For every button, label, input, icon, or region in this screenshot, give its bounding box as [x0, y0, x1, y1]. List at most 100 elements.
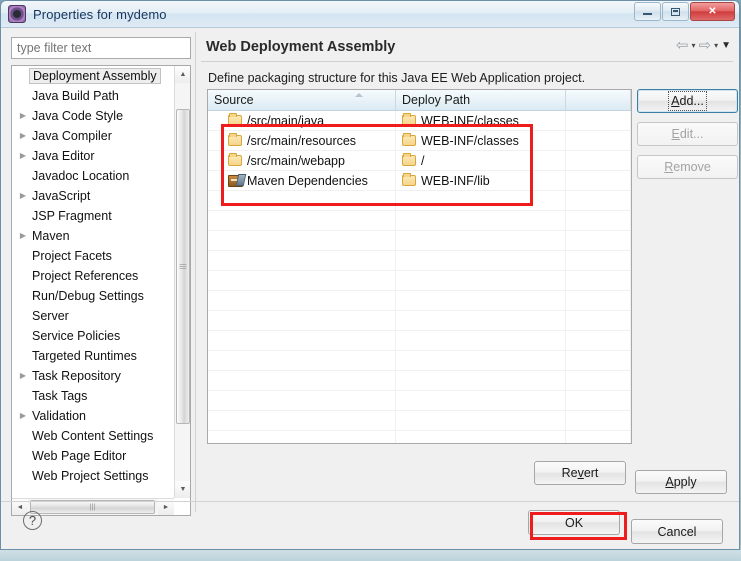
table-row-empty[interactable]: [208, 351, 631, 371]
sidebar-item-server[interactable]: Server: [12, 306, 175, 326]
sidebar-item-project-references[interactable]: Project References: [12, 266, 175, 286]
sidebar-item-javascript[interactable]: ▶ JavaScript: [12, 186, 175, 206]
close-button[interactable]: ✕: [690, 2, 735, 21]
table-row[interactable]: /src/main/java WEB-INF/classes: [208, 111, 631, 131]
sidebar-item-maven[interactable]: ▶ Maven: [12, 226, 175, 246]
sidebar-item-java-editor[interactable]: ▶ Java Editor: [12, 146, 175, 166]
filter-input[interactable]: [11, 37, 191, 59]
sidebar-item-label: Java Editor: [32, 149, 95, 163]
tree-vertical-scrollbar[interactable]: ▲ ||| ▼: [174, 66, 190, 498]
cell-empty: [566, 351, 631, 370]
sidebar-item-java-code-style[interactable]: ▶ Java Code Style: [12, 106, 175, 126]
eclipse-icon: [8, 5, 26, 23]
table-row-empty[interactable]: [208, 331, 631, 351]
sidebar-item-label: Server: [32, 309, 69, 323]
sidebar-item-label: Javadoc Location: [32, 169, 130, 183]
table-row-empty[interactable]: [208, 271, 631, 291]
forward-arrow-icon[interactable]: ⇨: [699, 38, 712, 53]
sidebar-item-jsp-fragment[interactable]: JSP Fragment: [12, 206, 175, 226]
table-row[interactable]: /src/main/resources WEB-INF/classes: [208, 131, 631, 151]
column-header-extra[interactable]: [566, 90, 631, 110]
title-bar: Properties for mydemo ✕: [1, 1, 739, 28]
folder-icon: [228, 133, 242, 146]
column-header-source[interactable]: Source: [208, 90, 396, 110]
sidebar-item-task-tags[interactable]: Task Tags: [12, 386, 175, 406]
column-header-deploy-path[interactable]: Deploy Path: [396, 90, 566, 110]
back-arrow-icon[interactable]: ⇦: [676, 38, 689, 53]
sidebar-item-project-facets[interactable]: Project Facets: [12, 246, 175, 266]
sidebar-item-validation[interactable]: ▶ Validation: [12, 406, 175, 426]
table-row-empty[interactable]: [208, 311, 631, 331]
revert-button[interactable]: Revert: [534, 461, 626, 485]
cell-empty: [208, 311, 396, 330]
dialog-footer: ? OK Cancel: [1, 502, 739, 549]
sidebar-item-run-debug-settings[interactable]: Run/Debug Settings: [12, 286, 175, 306]
cell-empty: [566, 391, 631, 410]
view-menu-icon[interactable]: ▼: [721, 40, 731, 51]
expand-arrow-icon[interactable]: ▶: [16, 146, 30, 166]
settings-tree[interactable]: Deployment Assembly Java Build Path ▶ Java …: [11, 65, 191, 516]
sidebar-item-label: Run/Debug Settings: [32, 289, 144, 303]
expand-arrow-icon[interactable]: ▶: [16, 406, 30, 426]
apply-button[interactable]: Apply: [635, 470, 727, 494]
add-button-label: Add...: [668, 91, 707, 111]
table-row-empty[interactable]: [208, 371, 631, 391]
sidebar-item-web-page-editor[interactable]: Web Page Editor: [12, 446, 175, 466]
table-row-empty[interactable]: [208, 411, 631, 431]
cell-source-text: Maven Dependencies: [247, 173, 368, 188]
cell-source-text: /src/main/webapp: [247, 153, 345, 168]
sidebar-item-java-build-path[interactable]: Java Build Path: [12, 86, 175, 106]
properties-dialog: Properties for mydemo ✕ Deployment Assem…: [0, 0, 740, 550]
cancel-button[interactable]: Cancel: [631, 519, 723, 544]
table-row[interactable]: Maven Dependencies WEB-INF/lib: [208, 171, 631, 191]
cell-empty: [396, 211, 566, 230]
sidebar-item-deployment-assembly[interactable]: Deployment Assembly: [12, 66, 175, 86]
expand-arrow-icon[interactable]: ▶: [16, 226, 30, 246]
cell-deploy-path-text: /: [421, 153, 425, 168]
cell-empty: [566, 291, 631, 310]
maximize-button[interactable]: [662, 2, 689, 21]
content-panel: Web Deployment Assembly ⇦ ▾ ⇨ ▾ ▼ Define…: [201, 32, 738, 549]
sidebar-item-java-compiler[interactable]: ▶ Java Compiler: [12, 126, 175, 146]
cell-empty: [396, 251, 566, 270]
cell-empty: [208, 191, 396, 210]
add-button[interactable]: Add...: [637, 89, 738, 113]
table-row-empty[interactable]: [208, 391, 631, 411]
edit-button: Edit...: [637, 122, 738, 146]
scroll-up-icon[interactable]: ▲: [175, 66, 190, 83]
expand-arrow-icon[interactable]: ▶: [16, 126, 30, 146]
sidebar-item-javadoc-location[interactable]: Javadoc Location: [12, 166, 175, 186]
table-row-empty[interactable]: [208, 431, 631, 443]
page-description: Define packaging structure for this Java…: [208, 71, 586, 85]
cell-empty: [566, 371, 631, 390]
sidebar-item-service-policies[interactable]: Service Policies: [12, 326, 175, 346]
maven-icon: [228, 174, 243, 187]
assembly-table[interactable]: Source Deploy Path /src/main/java WEB-INF…: [207, 89, 632, 444]
back-dropdown-icon[interactable]: ▾: [691, 41, 695, 50]
cell-extra: [566, 111, 631, 130]
help-question-icon[interactable]: ?: [23, 511, 42, 530]
cell-source-text: /src/main/resources: [247, 133, 357, 148]
table-row-empty[interactable]: [208, 291, 631, 311]
table-row-empty[interactable]: [208, 251, 631, 271]
vertical-scroll-thumb[interactable]: |||: [176, 109, 190, 424]
expand-arrow-icon[interactable]: ▶: [16, 366, 30, 386]
cell-deploy-path-text: WEB-INF/lib: [421, 173, 490, 188]
minimize-button[interactable]: [634, 2, 661, 21]
table-row-empty[interactable]: [208, 191, 631, 211]
page-title: Web Deployment Assembly: [206, 38, 396, 55]
expand-arrow-icon[interactable]: ▶: [16, 106, 30, 126]
sidebar-item-label: Task Repository: [32, 369, 121, 383]
scroll-down-icon[interactable]: ▼: [175, 481, 190, 498]
sidebar-item-targeted-runtimes[interactable]: Targeted Runtimes: [12, 346, 175, 366]
expand-arrow-icon[interactable]: ▶: [16, 186, 30, 206]
ok-button[interactable]: OK: [528, 510, 620, 535]
table-row-empty[interactable]: [208, 211, 631, 231]
sidebar-item-web-project-settings[interactable]: Web Project Settings: [12, 466, 175, 486]
table-row[interactable]: /src/main/webapp /: [208, 151, 631, 171]
cell-empty: [208, 371, 396, 390]
sidebar-item-task-repository[interactable]: ▶ Task Repository: [12, 366, 175, 386]
forward-dropdown-icon[interactable]: ▾: [714, 41, 718, 50]
table-row-empty[interactable]: [208, 231, 631, 251]
sidebar-item-web-content-settings[interactable]: Web Content Settings: [12, 426, 175, 446]
